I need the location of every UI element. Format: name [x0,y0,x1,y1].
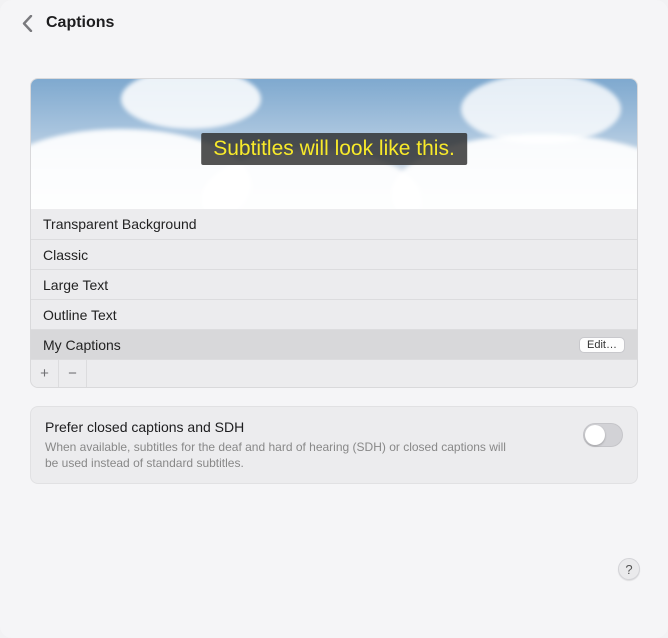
minus-icon: − [68,365,77,382]
header: Captions [0,0,668,42]
plus-icon: + [40,365,49,382]
prefer-sdh-toggle[interactable] [583,423,623,447]
back-button[interactable] [18,14,36,32]
edit-style-button[interactable]: Edit… [579,337,625,353]
style-row-classic[interactable]: Classic [31,239,637,269]
prefer-sdh-description: When available, subtitles for the deaf a… [45,439,515,471]
list-footer: + − [31,359,637,387]
captions-settings-window: Captions Subtitles will look like this. … [0,0,668,638]
style-label: My Captions [43,337,121,353]
style-label: Large Text [43,277,108,293]
subtitle-preview: Subtitles will look like this. [31,79,637,209]
prefer-sdh-heading: Prefer closed captions and SDH [45,419,515,435]
style-row-outline-text[interactable]: Outline Text [31,299,637,329]
styles-card: Subtitles will look like this. Transpare… [30,78,638,388]
prefer-sdh-card: Prefer closed captions and SDH When avai… [30,406,638,484]
style-row-transparent-background[interactable]: Transparent Background [31,209,637,239]
style-row-my-captions[interactable]: My Captions Edit… [31,329,637,359]
subtitle-preview-text: Subtitles will look like this. [201,133,467,165]
help-button[interactable]: ? [618,558,640,580]
remove-style-button[interactable]: − [59,360,87,387]
style-row-large-text[interactable]: Large Text [31,269,637,299]
prefer-sdh-text: Prefer closed captions and SDH When avai… [45,419,515,471]
page-title: Captions [46,14,114,32]
style-list: Transparent Background Classic Large Tex… [31,209,637,359]
style-label: Transparent Background [43,216,197,232]
chevron-left-icon [22,15,33,32]
style-label: Outline Text [43,307,117,323]
toggle-knob [585,425,605,445]
style-label: Classic [43,247,88,263]
help-icon: ? [625,562,632,577]
add-style-button[interactable]: + [31,360,59,387]
content-area: Subtitles will look like this. Transpare… [0,78,668,484]
